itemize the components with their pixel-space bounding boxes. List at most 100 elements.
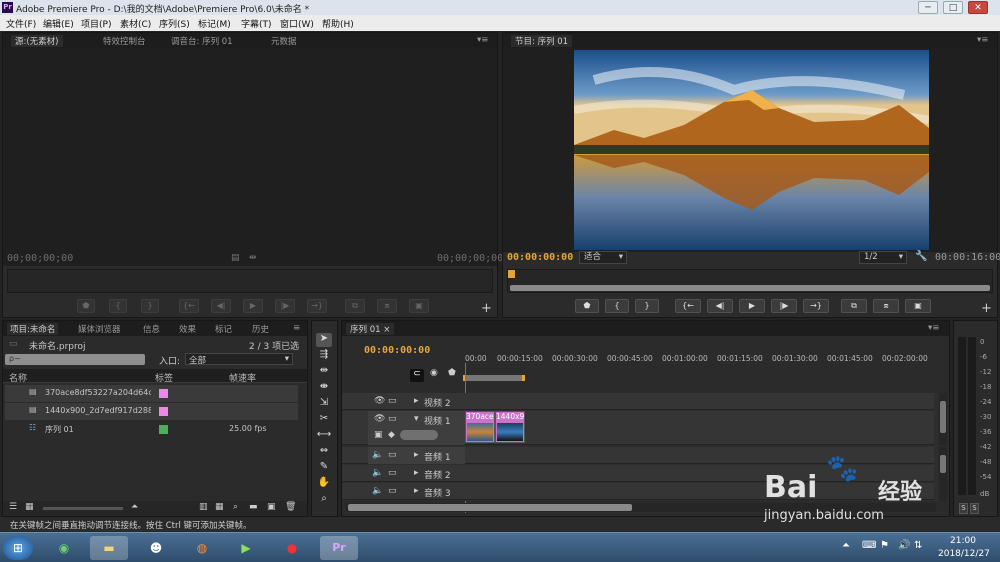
export-frame-icon[interactable]: ▣ bbox=[905, 299, 931, 313]
lock-icon[interactable]: ▭ bbox=[388, 414, 397, 424]
expand-icon[interactable]: ▸ bbox=[414, 450, 419, 460]
source-scrubber[interactable] bbox=[7, 269, 493, 293]
play-icon[interactable]: ▶ bbox=[739, 299, 765, 313]
marker-icon[interactable]: ⬟ bbox=[77, 299, 95, 313]
zoom-tool-icon[interactable]: ⌕ bbox=[316, 493, 332, 507]
pen-tool-icon[interactable]: ✎ bbox=[316, 461, 332, 475]
extract-icon[interactable]: ⧈ bbox=[873, 299, 899, 313]
menu-edit[interactable]: 编辑(E) bbox=[43, 17, 74, 30]
video-clip[interactable]: 1440x9 bbox=[495, 411, 525, 443]
media-player-icon[interactable]: ▶ bbox=[230, 536, 262, 560]
speaker-icon[interactable]: 🔈 bbox=[372, 468, 383, 478]
speaker-icon[interactable]: 🔈 bbox=[372, 486, 383, 496]
display-style-icon[interactable]: ▣ bbox=[374, 430, 383, 440]
solo-left-button[interactable]: S bbox=[959, 503, 968, 514]
step-back-icon[interactable]: ◀| bbox=[211, 299, 231, 313]
step-forward-icon[interactable]: |▶ bbox=[275, 299, 295, 313]
menu-help[interactable]: 帮助(H) bbox=[322, 17, 354, 30]
tab-effects[interactable]: 效果 bbox=[179, 323, 196, 335]
tab-audio-mixer[interactable]: 调音台: 序列 01 bbox=[171, 35, 233, 47]
network-icon[interactable]: ⇅ bbox=[914, 540, 922, 551]
keyframe-nav[interactable] bbox=[400, 430, 438, 440]
search-input[interactable]: ρ~ bbox=[5, 354, 145, 365]
entry-select[interactable]: 全部 ▾ bbox=[185, 353, 293, 366]
triangle-icon[interactable]: ⏶ bbox=[131, 502, 138, 512]
clock-date[interactable]: 2018/12/27 bbox=[938, 549, 990, 559]
lift-icon[interactable]: ⧉ bbox=[841, 299, 867, 313]
tab-media-browser[interactable]: 媒体浏览器 bbox=[78, 323, 121, 335]
keyframe-icon[interactable]: ⬟ bbox=[448, 368, 456, 378]
step-forward-icon[interactable]: |▶ bbox=[771, 299, 797, 313]
panel-menu-icon[interactable]: ▾≡ bbox=[477, 35, 488, 45]
menu-sequence[interactable]: 序列(S) bbox=[159, 17, 190, 30]
keyboard-icon[interactable]: ⌨ bbox=[862, 540, 876, 551]
maximize-button[interactable]: □ bbox=[943, 1, 963, 14]
slip-tool-icon[interactable]: ⟷ bbox=[316, 429, 332, 443]
menu-title[interactable]: 字幕(T) bbox=[241, 17, 272, 30]
tab-project[interactable]: 项目:未命名 bbox=[7, 323, 59, 335]
expand-icon[interactable]: ▸ bbox=[414, 486, 419, 496]
solo-right-button[interactable]: S bbox=[970, 503, 979, 514]
flag-icon[interactable]: ⚑ bbox=[880, 540, 889, 551]
start-button-icon[interactable]: ⊞ bbox=[3, 536, 33, 560]
list-item[interactable]: ▤ 1440x900_2d7edf917d2889 bbox=[5, 403, 298, 420]
new-item-icon[interactable]: ▣ bbox=[267, 502, 276, 512]
lock-icon[interactable]: ▭ bbox=[388, 468, 397, 478]
storyboard-icon[interactable]: ▦ bbox=[215, 502, 224, 512]
menu-clip[interactable]: 素材(C) bbox=[120, 17, 151, 30]
track-select-tool-icon[interactable]: ⇶ bbox=[316, 349, 332, 363]
minimize-button[interactable]: ─ bbox=[918, 1, 938, 14]
zoom-fit-select[interactable]: 适合 ▾ bbox=[579, 251, 627, 264]
list-item[interactable]: ▤ 370ace8df53227a204d64c7 bbox=[5, 385, 298, 402]
hand-tool-icon[interactable]: ✋ bbox=[316, 477, 332, 491]
playhead-icon[interactable] bbox=[508, 270, 515, 278]
tab-sequence[interactable]: 序列 01 × bbox=[346, 323, 395, 335]
icon-view-icon[interactable]: ▦ bbox=[25, 502, 34, 512]
volume-icon[interactable]: 🔊 bbox=[898, 540, 910, 551]
trash-icon[interactable]: 🗑 bbox=[285, 502, 296, 512]
menu-marker[interactable]: 标记(M) bbox=[198, 17, 231, 30]
safe-margins-icon[interactable]: ▤ bbox=[231, 253, 240, 263]
program-scrubber[interactable] bbox=[507, 269, 993, 293]
speaker-icon[interactable]: 🔈 bbox=[372, 450, 383, 460]
show-hidden-icons-icon[interactable]: ⏶ bbox=[842, 540, 850, 551]
go-to-in-icon[interactable]: {← bbox=[675, 299, 701, 313]
add-button-icon[interactable]: + bbox=[481, 301, 492, 316]
list-view-icon[interactable]: ☰ bbox=[9, 502, 17, 512]
screen-recorder-icon[interactable]: ● bbox=[276, 536, 308, 560]
zoom-slider[interactable] bbox=[43, 507, 123, 510]
expand-icon[interactable]: ▸ bbox=[414, 396, 419, 406]
in-point-icon[interactable]: { bbox=[605, 299, 629, 313]
eye-icon[interactable]: 👁 bbox=[374, 396, 385, 406]
panel-menu-icon[interactable]: ▾≡ bbox=[977, 35, 988, 45]
razor-tool-icon[interactable]: ✂ bbox=[316, 413, 332, 427]
selection-tool-icon[interactable]: ➤ bbox=[316, 333, 332, 347]
timeline-timecode[interactable]: 00:00:00:00 bbox=[364, 345, 430, 356]
step-back-icon[interactable]: ◀| bbox=[707, 299, 733, 313]
collapse-icon[interactable]: ▾ bbox=[414, 414, 419, 424]
list-item[interactable]: ☷ 序列 01 25.00 fps bbox=[5, 421, 298, 438]
find-icon[interactable]: ⌕ bbox=[233, 502, 238, 512]
go-to-out-icon[interactable]: →} bbox=[803, 299, 829, 313]
eye-icon[interactable]: 👁 bbox=[374, 414, 385, 424]
time-ruler[interactable]: 00:00 00:00:15:00 00:00:30:00 00:00:45:0… bbox=[463, 351, 938, 381]
tab-program[interactable]: 节目: 序列 01 bbox=[511, 35, 573, 47]
menu-window[interactable]: 窗口(W) bbox=[280, 17, 314, 30]
rolling-edit-tool-icon[interactable]: ⇼ bbox=[316, 381, 332, 395]
browser-icon[interactable]: ◉ bbox=[48, 536, 80, 560]
out-point-icon[interactable]: } bbox=[141, 299, 159, 313]
panel-menu-icon[interactable]: ≡ bbox=[293, 323, 300, 333]
panel-menu-icon[interactable]: ▾≡ bbox=[928, 323, 939, 333]
video-clip[interactable]: 370ace bbox=[465, 411, 495, 443]
go-to-in-icon[interactable]: {← bbox=[179, 299, 199, 313]
automate-icon[interactable]: ▥ bbox=[199, 502, 208, 512]
qq-icon[interactable]: ☻ bbox=[140, 536, 172, 560]
snap-icon[interactable]: ⊂ bbox=[410, 369, 424, 382]
tab-source[interactable]: 源:(无素材) bbox=[11, 35, 63, 47]
resolution-select[interactable]: 1/2 ▾ bbox=[859, 251, 907, 264]
export-frame-icon[interactable]: ▣ bbox=[409, 299, 429, 313]
in-point-icon[interactable]: { bbox=[109, 299, 127, 313]
column-label[interactable]: 标签 bbox=[155, 371, 173, 384]
tab-info[interactable]: 信息 bbox=[143, 323, 160, 335]
new-bin-icon[interactable]: ▬ bbox=[249, 502, 258, 512]
